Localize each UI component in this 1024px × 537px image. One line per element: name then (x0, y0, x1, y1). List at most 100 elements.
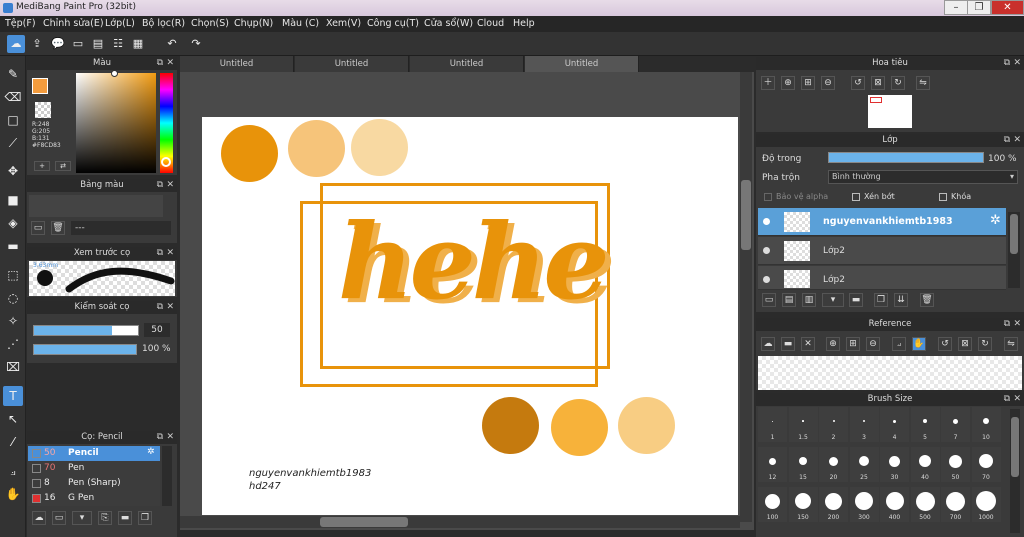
lasso-tool-icon[interactable]: ◌ (3, 288, 23, 308)
layer-row[interactable]: Lớp2 (758, 237, 1006, 265)
brush-tool-icon[interactable]: ✎ (3, 64, 23, 84)
size-value[interactable]: 50 (144, 323, 170, 337)
menu-color[interactable]: Màu (C) (282, 18, 319, 29)
add-layer-menu-icon[interactable]: ▾ (822, 293, 844, 307)
new-palette-icon[interactable]: ▭ (31, 221, 45, 235)
zoom-actual-icon[interactable]: ⊞ (801, 76, 815, 90)
select-tool-icon[interactable]: ⬚ (3, 265, 23, 285)
gradient-tool-icon[interactable]: ▬ (3, 236, 23, 256)
brush-size-cell[interactable]: 2 (819, 407, 848, 442)
tab-untitled-4[interactable]: Untitled (525, 56, 639, 72)
brush-size-cell[interactable]: 40 (910, 447, 940, 482)
flip-ref-icon[interactable]: ⇋ (1004, 337, 1018, 351)
bucket-tool-icon[interactable]: ◈ (3, 213, 23, 233)
brush-item-pencil[interactable]: 50 Pencil ✲ (28, 446, 160, 461)
clipping-checkbox[interactable] (852, 193, 860, 201)
menu-cloud[interactable]: Cloud (477, 18, 504, 29)
rotate-left-icon[interactable]: ↺ (851, 76, 865, 90)
rotate-left-ref-icon[interactable]: ↺ (938, 337, 952, 351)
eye-icon[interactable] (763, 247, 770, 254)
rotate-right-ref-icon[interactable]: ↻ (978, 337, 992, 351)
float-icon[interactable]: ⧉ (1004, 134, 1010, 147)
operation-tool-icon[interactable]: ↖ (3, 409, 23, 429)
cloud-brush-icon[interactable]: ☁ (32, 511, 46, 525)
brush-size-cell[interactable]: 150 (788, 487, 818, 522)
reset-view-icon[interactable]: ⊠ (871, 76, 885, 90)
eye-icon[interactable] (763, 276, 770, 283)
opacity-slider[interactable] (33, 344, 137, 355)
zoom-in-icon[interactable]: ＋ (761, 76, 775, 90)
menu-window[interactable]: Cửa sổ(W) (424, 18, 473, 29)
drawing-canvas[interactable]: hehe hehe nguyenvankhiemtb1983 hd247 (202, 117, 738, 515)
brush-size-cell[interactable]: 1.5 (788, 407, 818, 442)
float-icon[interactable]: ⧉ (157, 431, 163, 444)
eyedropper-ref-icon[interactable]: ⟓ (892, 337, 906, 351)
rotate-right-icon[interactable]: ↻ (891, 76, 905, 90)
menu-view[interactable]: Xem(V) (326, 18, 361, 29)
menu-filter[interactable]: Bộ lọc(R) (142, 18, 185, 29)
brush-size-cell[interactable]: 20 (819, 447, 848, 482)
float-icon[interactable]: ⧉ (157, 247, 163, 260)
select-eraser-icon[interactable]: ⌧ (3, 357, 23, 377)
menu-select[interactable]: Chọn(S) (191, 18, 229, 29)
brush-size-cell[interactable]: 3 (849, 407, 879, 442)
color-cursor[interactable] (111, 70, 118, 77)
eraser-tool-icon[interactable]: ⌫ (3, 87, 23, 107)
new-halftone-layer-icon[interactable]: ▤ (782, 293, 796, 307)
zoom-out-icon[interactable]: ⊖ (821, 76, 835, 90)
vertical-scroll-thumb[interactable] (741, 180, 751, 250)
brush-size-cell[interactable]: 500 (910, 487, 940, 522)
delete-palette-icon[interactable]: 🗑 (51, 221, 65, 235)
menu-tools[interactable]: Công cụ(T) (367, 18, 419, 29)
float-icon[interactable]: ⧉ (1004, 318, 1010, 331)
layer-row[interactable]: Lớp2 (758, 266, 1006, 290)
brush-size-cell[interactable]: 25 (849, 447, 879, 482)
float-icon[interactable]: ⧉ (157, 179, 163, 192)
new-brush-icon[interactable]: ▭ (52, 511, 66, 525)
fill-rect-tool-icon[interactable]: ■ (3, 190, 23, 210)
brush-size-cell[interactable]: 400 (880, 487, 909, 522)
duplicate-layer-icon[interactable]: ❐ (874, 293, 888, 307)
float-icon[interactable]: ⧉ (157, 301, 163, 314)
dot-tool-icon[interactable]: ⟋ (3, 133, 23, 153)
palette-name-field[interactable]: --- (71, 221, 171, 235)
hue-cursor[interactable] (161, 157, 171, 167)
brush-size-cell[interactable]: 7 (941, 407, 970, 442)
close-icon[interactable]: ✕ (166, 247, 174, 260)
reference-view[interactable] (758, 356, 1022, 390)
divide-tool-icon[interactable]: ⁄ (3, 432, 23, 452)
zoom-fit-icon[interactable]: ⊕ (781, 76, 795, 90)
brush-size-cell[interactable]: 10 (971, 407, 1001, 442)
close-icon[interactable]: ✕ (1013, 393, 1021, 406)
layer-opacity-slider[interactable] (828, 152, 984, 163)
menu-capture[interactable]: Chụp(N) (234, 18, 273, 29)
close-icon[interactable]: ✕ (1013, 57, 1021, 70)
brush-size-cell[interactable]: 1 (758, 407, 787, 442)
close-icon[interactable]: ✕ (1013, 134, 1021, 147)
float-icon[interactable]: ⧉ (1004, 57, 1010, 70)
menu-help[interactable]: Help (513, 18, 535, 29)
brush-size-cell[interactable]: 100 (758, 487, 787, 522)
lock-checkbox[interactable] (939, 193, 947, 201)
brush-size-cell[interactable]: 5 (910, 407, 940, 442)
folder-icon[interactable]: ▬ (118, 511, 132, 525)
cloud-icon[interactable]: ☁ (7, 35, 25, 53)
protect-alpha-checkbox[interactable] (764, 193, 772, 201)
new-layer-icon[interactable]: ▭ (762, 293, 776, 307)
select-pen-icon[interactable]: ⋰ (3, 334, 23, 354)
blend-mode-select[interactable]: Bình thường ▾ (828, 170, 1018, 184)
hand-ref-icon[interactable]: ✋ (912, 337, 926, 351)
tab-untitled-1[interactable]: Untitled (180, 56, 294, 72)
tab-untitled-2[interactable]: Untitled (295, 56, 409, 72)
add-brush-icon[interactable]: ▾ (72, 511, 92, 525)
brush-size-cell[interactable]: 70 (971, 447, 1001, 482)
list-icon[interactable]: ☷ (109, 35, 127, 53)
magic-wand-icon[interactable]: ✧ (3, 311, 23, 331)
rectangle-tool-icon[interactable]: □ (3, 110, 23, 130)
brush-size-scrollbar[interactable] (1010, 409, 1020, 533)
grid-icon[interactable]: ▦ (129, 35, 147, 53)
brush-size-cell[interactable]: 700 (941, 487, 970, 522)
add-color-icon[interactable]: + (34, 161, 50, 171)
delete-layer-icon[interactable]: 🗑 (920, 293, 934, 307)
brush-size-cell[interactable]: 4 (880, 407, 909, 442)
